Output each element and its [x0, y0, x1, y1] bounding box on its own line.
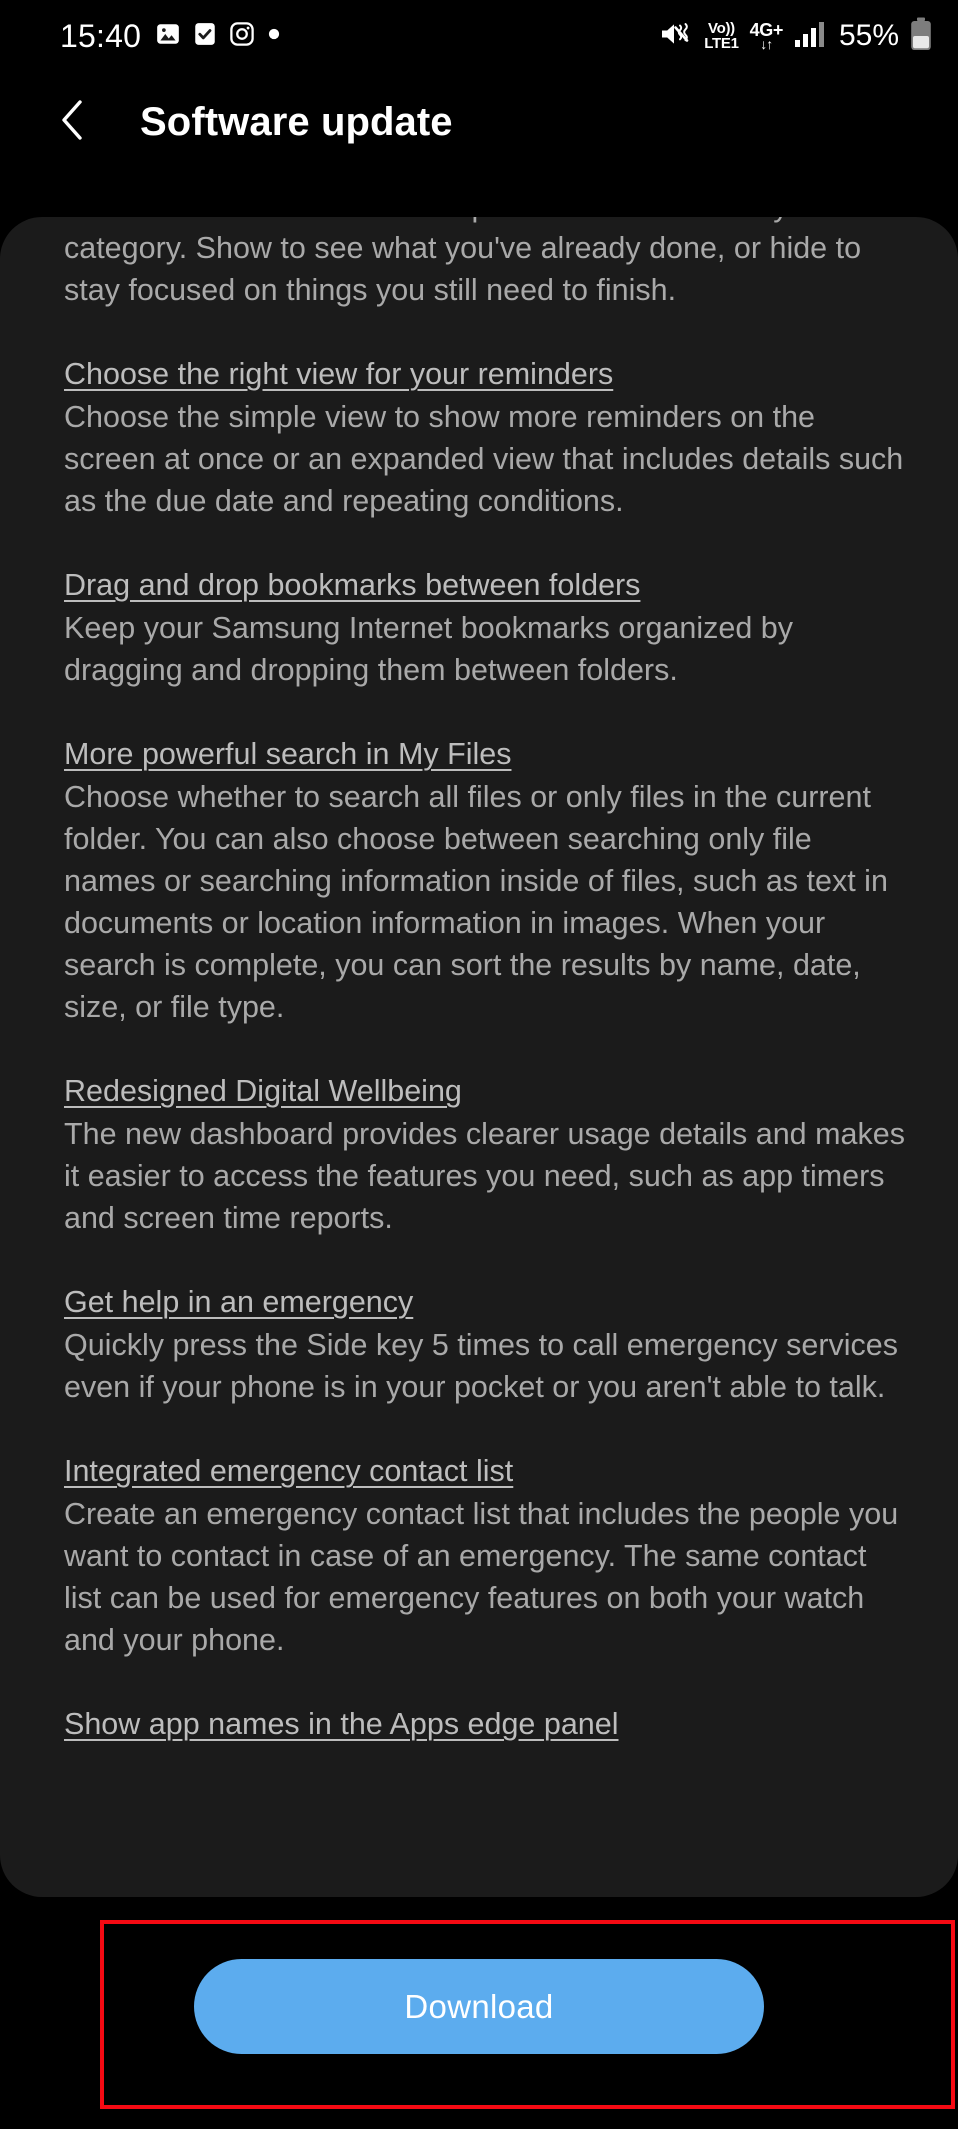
changelog-scroll-container[interactable]: You can show or hide the completed remin… [0, 217, 958, 1897]
status-notification-icons [155, 21, 281, 52]
section-heading: Redesigned Digital Wellbeing [64, 1074, 462, 1108]
section-heading: Choose the right view for your reminders [64, 357, 614, 391]
changelog-section: Choose the right view for your reminders… [64, 353, 906, 522]
battery-icon [910, 17, 932, 56]
changelog-section: Get help in an emergency Quickly press t… [64, 1281, 906, 1408]
page-title: Software update [140, 99, 453, 144]
checkbox-icon [193, 21, 217, 52]
mute-vibrate-icon [659, 20, 693, 53]
back-chevron-icon [54, 97, 94, 148]
back-button[interactable] [46, 94, 102, 150]
changelog-content: You can show or hide the completed remin… [64, 217, 906, 1746]
section-heading: Drag and drop bookmarks between folders [64, 568, 641, 602]
section-heading: More powerful search in My Files [64, 737, 512, 771]
status-bar-left: 15:40 [60, 20, 281, 52]
changelog-section: Show app names in the Apps edge panel [64, 1703, 906, 1745]
download-button[interactable]: Download [194, 1959, 764, 2054]
section-body: Create an emergency contact list that in… [64, 1497, 899, 1657]
volte-indicator: Vo)) LTE1 [704, 19, 739, 52]
section-body: You can show or hide the completed remin… [64, 217, 862, 307]
status-bar-right: Vo)) LTE1 4G+ ↓↑ 55% [659, 17, 932, 56]
phone-screen: 15:40 Vo)) LTE1 4G+ ↓↑ 55% Software upda… [0, 0, 958, 2129]
status-clock: 15:40 [60, 18, 142, 54]
network-type-indicator: 4G+ ↓↑ [749, 20, 784, 52]
section-body: Choose whether to search all files or on… [64, 780, 888, 1024]
signal-bars-icon [794, 20, 826, 53]
instagram-icon [229, 21, 255, 52]
changelog-section: More powerful search in My Files Choose … [64, 733, 906, 1028]
dot-icon [267, 27, 281, 46]
changelog-section: Integrated emergency contact list Create… [64, 1450, 906, 1661]
bottom-action-bar: Download [0, 1897, 958, 2129]
section-heading: Get help in an emergency [64, 1285, 414, 1319]
section-body: Quickly press the Side key 5 times to ca… [64, 1328, 898, 1404]
section-heading: Integrated emergency contact list [64, 1454, 514, 1488]
changelog-section: Redesigned Digital Wellbeing The new das… [64, 1070, 906, 1239]
section-body: Choose the simple view to show more remi… [64, 400, 904, 518]
status-bar: 15:40 Vo)) LTE1 4G+ ↓↑ 55% [0, 0, 958, 72]
section-body: The new dashboard provides clearer usage… [64, 1117, 905, 1235]
section-body: Keep your Samsung Internet bookmarks org… [64, 611, 794, 687]
app-bar: Software update [0, 72, 958, 172]
changelog-section: Drag and drop bookmarks between folders … [64, 564, 906, 691]
changelog-section: You can show or hide the completed remin… [64, 217, 906, 311]
battery-percent: 55% [838, 19, 899, 52]
section-heading: Show app names in the Apps edge panel [64, 1707, 619, 1741]
gallery-icon [155, 21, 181, 52]
